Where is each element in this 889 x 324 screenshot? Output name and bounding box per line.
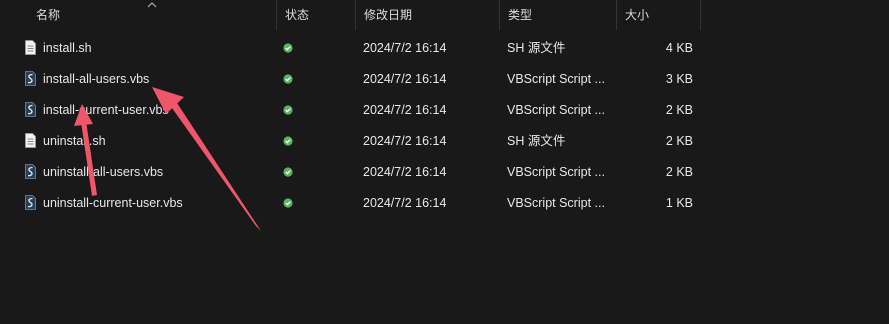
file-name: install-all-users.vbs: [43, 72, 150, 86]
file-modified: 2024/7/2 16:14: [363, 41, 447, 55]
file-type: SH 源文件: [507, 41, 566, 55]
file-row-uninstall-all-users-vbs[interactable]: uninstall-all-users.vbs 2024/7/2 16:14 V…: [0, 157, 889, 187]
file-size: 3 KB: [665, 72, 693, 86]
vbs-file-icon: [25, 71, 36, 86]
file-type: VBScript Script ...: [507, 196, 605, 210]
file-type: VBScript Script ...: [507, 165, 605, 179]
file-size: 2 KB: [665, 103, 693, 117]
file-modified: 2024/7/2 16:14: [363, 103, 447, 117]
file-row-uninstall-current-user-vbs[interactable]: uninstall-current-user.vbs 2024/7/2 16:1…: [0, 188, 889, 218]
file-modified: 2024/7/2 16:14: [363, 72, 447, 86]
sync-ok-icon: [283, 43, 293, 53]
file-row-install-current-user-vbs[interactable]: install-current-user.vbs 2024/7/2 16:14 …: [0, 95, 889, 125]
column-header-name[interactable]: 名称: [28, 0, 277, 30]
sync-ok-icon: [283, 74, 293, 84]
file-name: uninstall.sh: [43, 134, 106, 148]
file-name: uninstall-current-user.vbs: [43, 196, 183, 210]
file-name: uninstall-all-users.vbs: [43, 165, 164, 179]
file-row-uninstall-sh[interactable]: uninstall.sh 2024/7/2 16:14 SH 源文件 2 KB: [0, 126, 889, 156]
column-header-row: 名称 状态 修改日期 类型 大小: [0, 0, 889, 30]
file-type: VBScript Script ...: [507, 103, 605, 117]
file-row-install-all-users-vbs[interactable]: install-all-users.vbs 2024/7/2 16:14 VBS…: [0, 64, 889, 94]
file-size: 2 KB: [665, 134, 693, 148]
column-header-status[interactable]: 状态: [277, 0, 356, 30]
sync-ok-icon: [283, 167, 293, 177]
file-size: 1 KB: [665, 196, 693, 210]
file-type: SH 源文件: [507, 134, 566, 148]
column-header-type[interactable]: 类型: [500, 0, 617, 30]
file-name: install.sh: [43, 41, 92, 55]
sync-ok-icon: [283, 105, 293, 115]
sync-ok-icon: [283, 136, 293, 146]
vbs-file-icon: [25, 102, 36, 117]
file-explorer-list: 名称 状态 修改日期 类型 大小 install.sh 2024/7/2 16:…: [0, 0, 889, 324]
sh-file-icon: [25, 40, 36, 55]
file-row-install-sh[interactable]: install.sh 2024/7/2 16:14 SH 源文件 4 KB: [0, 33, 889, 63]
file-modified: 2024/7/2 16:14: [363, 165, 447, 179]
sync-ok-icon: [283, 198, 293, 208]
vbs-file-icon: [25, 164, 36, 179]
file-name: install-current-user.vbs: [43, 103, 169, 117]
file-modified: 2024/7/2 16:14: [363, 134, 447, 148]
sh-file-icon: [25, 133, 36, 148]
column-header-size[interactable]: 大小: [617, 0, 701, 30]
file-type: VBScript Script ...: [507, 72, 605, 86]
file-size: 2 KB: [665, 165, 693, 179]
vbs-file-icon: [25, 195, 36, 210]
file-modified: 2024/7/2 16:14: [363, 196, 447, 210]
file-size: 4 KB: [665, 41, 693, 55]
column-header-modified[interactable]: 修改日期: [356, 0, 500, 30]
